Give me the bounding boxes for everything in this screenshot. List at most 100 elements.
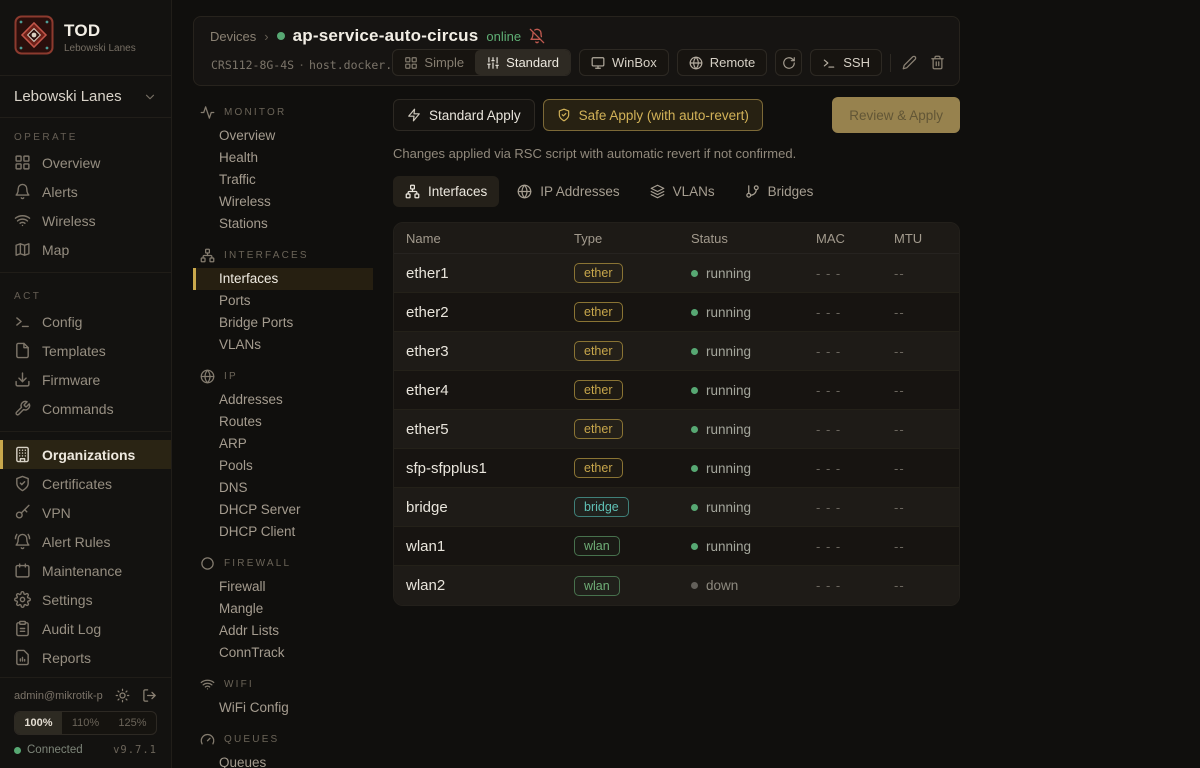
sidebar-item-organizations[interactable]: Organizations [0, 440, 171, 469]
winbox-button[interactable]: WinBox [579, 49, 669, 76]
table-body: ether1 ether running - - - -- ether2 eth… [394, 254, 959, 605]
theme-toggle-button[interactable] [115, 688, 130, 703]
apply-note: Changes applied via RSC script with auto… [393, 146, 960, 161]
nav-item-bridge-ports[interactable]: Bridge Ports [193, 312, 373, 334]
mode-simple-button[interactable]: Simple [393, 50, 475, 75]
remote-button[interactable]: Remote [677, 49, 768, 76]
device-nav-tree: MONITOR Overview Health Traffic Wireless… [193, 92, 373, 768]
sidebar-item-commands[interactable]: Commands [0, 394, 171, 423]
table-header: Name Type Status MAC MTU [394, 223, 959, 254]
table-row-bridge[interactable]: bridge bridge running - - - -- [394, 488, 959, 527]
sidebar-item-alerts[interactable]: Alerts [0, 177, 171, 206]
table-row-wlan2[interactable]: wlan2 wlan down - - - -- [394, 566, 959, 605]
nav-item-arp[interactable]: ARP [193, 433, 373, 455]
tod-diamond-logo-icon [14, 15, 54, 60]
nav-item-vlans[interactable]: VLANs [193, 334, 373, 356]
sidebar-item-reports[interactable]: Reports [0, 643, 171, 672]
nav-item-ports[interactable]: Ports [193, 290, 373, 312]
zoom-option-110[interactable]: 110% [62, 712, 109, 734]
mode-standard-button[interactable]: Standard [475, 50, 570, 75]
table-row-ether2[interactable]: ether2 ether running - - - -- [394, 293, 959, 332]
gauge-icon [200, 732, 215, 747]
nav-item-mangle[interactable]: Mangle [193, 598, 373, 620]
logout-button[interactable] [142, 688, 157, 703]
bell-off-icon[interactable] [529, 28, 545, 44]
table-row-ether3[interactable]: ether3 ether running - - - -- [394, 332, 959, 371]
network-icon [405, 184, 420, 199]
monitor-icon [591, 56, 605, 70]
sidebar-item-audit-log[interactable]: Audit Log [0, 614, 171, 643]
sidebar-item-firmware[interactable]: Firmware [0, 365, 171, 394]
status-dot [691, 504, 698, 511]
sun-icon [115, 688, 130, 703]
sidebar-item-certificates[interactable]: Certificates [0, 469, 171, 498]
nav-item-firewall[interactable]: Firewall [193, 576, 373, 598]
nav-item-dhcp-server[interactable]: DHCP Server [193, 499, 373, 521]
tab-interfaces[interactable]: Interfaces [393, 176, 499, 207]
device-header-card: Devices › ap-service-auto-circus online … [193, 16, 960, 86]
globe-icon [200, 369, 215, 384]
pencil-icon [902, 55, 917, 70]
edit-device-button[interactable] [899, 53, 919, 73]
sidebar-item-config[interactable]: Config [0, 307, 171, 336]
status-cell: running [691, 500, 816, 515]
nav-item-conntrack[interactable]: ConnTrack [193, 642, 373, 664]
breadcrumb-separator: › [264, 29, 268, 44]
nav-item-monitor-overview[interactable]: Overview [193, 125, 373, 147]
tab-bridges[interactable]: Bridges [733, 176, 826, 207]
nav-item-addr-lists[interactable]: Addr Lists [193, 620, 373, 642]
table-row-ether5[interactable]: ether5 ether running - - - -- [394, 410, 959, 449]
table-row-ether1[interactable]: ether1 ether running - - - -- [394, 254, 959, 293]
sidebar-item-templates[interactable]: Templates [0, 336, 171, 365]
sidebar-item-overview[interactable]: Overview [0, 148, 171, 177]
sidebar: TOD Lebowski Lanes Lebowski Lanes OPERAT… [0, 0, 172, 768]
zoom-option-100[interactable]: 100% [15, 712, 62, 734]
nav-item-dns[interactable]: DNS [193, 477, 373, 499]
refresh-button[interactable] [775, 49, 802, 76]
section-label-act: ACT [0, 281, 171, 307]
mode-toggle: Simple Standard [392, 49, 571, 76]
connection-status-dot [14, 747, 21, 754]
content-tabs: Interfaces IP Addresses VLANs Bridges [393, 176, 960, 207]
breadcrumb-devices-link[interactable]: Devices [210, 29, 256, 44]
device-online-label: online [486, 29, 521, 44]
nav-item-addresses[interactable]: Addresses [193, 389, 373, 411]
safe-apply-button[interactable]: Safe Apply (with auto-revert) [543, 99, 763, 131]
table-row-sfp-sfpplus1[interactable]: sfp-sfpplus1 ether running - - - -- [394, 449, 959, 488]
sidebar-item-settings[interactable]: Settings [0, 585, 171, 614]
nav-group-wifi: WIFI [193, 664, 373, 697]
col-status: Status [691, 231, 816, 246]
review-apply-button[interactable]: Review & Apply [832, 97, 960, 133]
calendar-icon [14, 562, 31, 579]
nav-item-stations[interactable]: Stations [193, 213, 373, 235]
sidebar-item-wireless[interactable]: Wireless [0, 206, 171, 235]
download-icon [14, 371, 31, 388]
nav-item-wifi-config[interactable]: WiFi Config [193, 697, 373, 719]
nav-item-dhcp-client[interactable]: DHCP Client [193, 521, 373, 543]
ssh-button[interactable]: SSH [810, 49, 882, 76]
org-selector[interactable]: Lebowski Lanes [0, 76, 171, 118]
col-mac: MAC [816, 231, 894, 246]
sidebar-divider [0, 272, 171, 273]
nav-group-ip: IP [193, 356, 373, 389]
status-dot [691, 543, 698, 550]
tab-vlans[interactable]: VLANs [638, 176, 727, 207]
sidebar-item-map[interactable]: Map [0, 235, 171, 264]
zoom-option-125[interactable]: 125% [109, 712, 156, 734]
sidebar-item-alert-rules[interactable]: Alert Rules [0, 527, 171, 556]
git-branch-icon [745, 184, 760, 199]
nav-item-routes[interactable]: Routes [193, 411, 373, 433]
standard-apply-button[interactable]: Standard Apply [393, 99, 535, 131]
nav-item-pools[interactable]: Pools [193, 455, 373, 477]
nav-item-interfaces[interactable]: Interfaces [193, 268, 373, 290]
delete-device-button[interactable] [927, 53, 947, 73]
table-row-wlan1[interactable]: wlan1 wlan running - - - -- [394, 527, 959, 566]
tab-ip-addresses[interactable]: IP Addresses [505, 176, 631, 207]
nav-item-traffic[interactable]: Traffic [193, 169, 373, 191]
nav-item-queues[interactable]: Queues [193, 752, 373, 768]
sidebar-item-maintenance[interactable]: Maintenance [0, 556, 171, 585]
nav-item-wireless[interactable]: Wireless [193, 191, 373, 213]
nav-item-health[interactable]: Health [193, 147, 373, 169]
sidebar-item-vpn[interactable]: VPN [0, 498, 171, 527]
table-row-ether4[interactable]: ether4 ether running - - - -- [394, 371, 959, 410]
